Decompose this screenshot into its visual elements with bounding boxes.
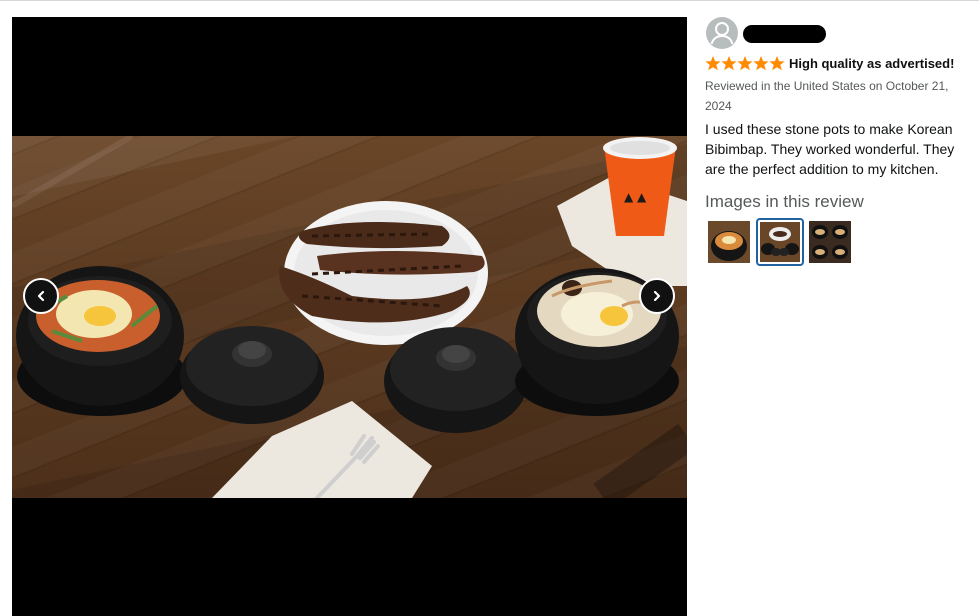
images-section-heading: Images in this review (705, 192, 864, 211)
chevron-right-icon (653, 290, 661, 302)
image-viewer: ▲ ▲ (12, 17, 687, 616)
review-meta: Reviewed in the United States on October… (705, 79, 949, 113)
user-avatar-icon (706, 17, 738, 49)
previous-image-button[interactable] (23, 278, 59, 314)
thumbnail-3[interactable] (806, 218, 854, 266)
chevron-left-icon (37, 290, 45, 302)
next-image-button[interactable] (639, 278, 675, 314)
review-photo: ▲ ▲ (12, 136, 687, 498)
thumbnail-1[interactable] (705, 218, 753, 266)
review-title: High quality as advertised! (789, 56, 955, 71)
thumbnail-image (760, 222, 800, 262)
star-rating (705, 55, 785, 73)
reviewer-name-redacted (743, 25, 826, 43)
thumbnail-image (708, 221, 750, 263)
top-divider (0, 0, 979, 1)
photo-illustration: ▲ ▲ (12, 136, 687, 498)
review-body: I used these stone pots to make Korean B… (705, 121, 955, 177)
svg-text:▲ ▲: ▲ ▲ (624, 190, 647, 204)
thumbnail-image (809, 221, 851, 263)
star-icon (705, 56, 785, 71)
thumbnail-2-selected[interactable] (756, 218, 804, 266)
